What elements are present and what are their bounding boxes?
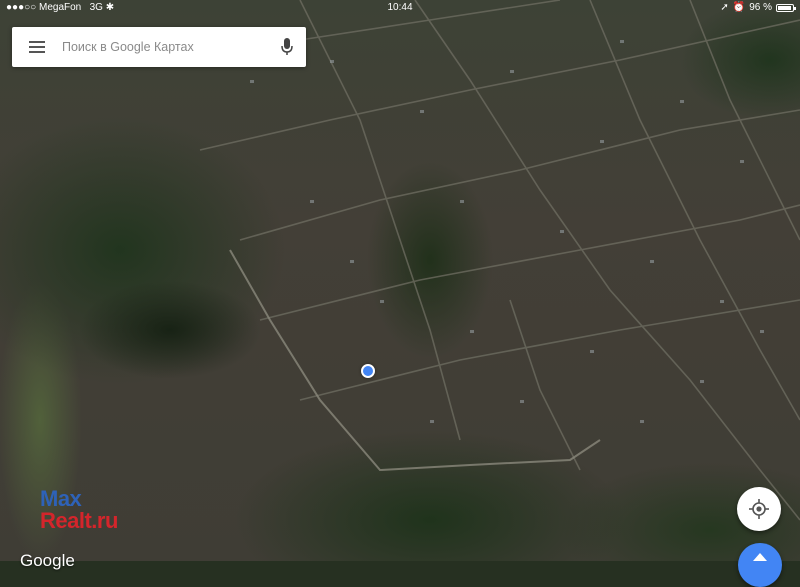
clock: 10:44 bbox=[387, 2, 413, 13]
battery-percent: 96 % bbox=[749, 2, 772, 13]
road bbox=[259, 204, 800, 321]
search-input[interactable]: Поиск в Google Картах bbox=[62, 40, 268, 54]
battery-icon bbox=[776, 4, 796, 12]
google-attribution: Google bbox=[20, 551, 75, 570]
road bbox=[239, 109, 800, 241]
watermark-line1: Max bbox=[40, 486, 82, 511]
alarm-icon: ⏰ bbox=[732, 2, 746, 13]
my-location-button[interactable] bbox=[737, 487, 781, 531]
map-imagery bbox=[179, 0, 800, 521]
current-location-dot[interactable] bbox=[361, 364, 375, 378]
watermark-line2: Realt.ru bbox=[40, 508, 118, 533]
road bbox=[509, 299, 581, 471]
my-location-icon bbox=[749, 499, 769, 519]
location-arrow-icon: ➚ bbox=[720, 2, 729, 13]
hamburger-menu-icon[interactable] bbox=[12, 27, 62, 67]
status-bar: ●●●○○ MegaFon 3G ✱ 10:44 ➚ ⏰ 96 % bbox=[0, 0, 800, 16]
main-road bbox=[414, 0, 800, 521]
battery-fill bbox=[778, 6, 792, 10]
houses bbox=[250, 40, 764, 423]
directions-arrow-icon bbox=[753, 553, 767, 561]
road bbox=[689, 0, 800, 241]
watermark-logo: Max Realt.ru bbox=[40, 488, 118, 532]
road bbox=[299, 299, 800, 401]
directions-button[interactable] bbox=[738, 543, 782, 587]
search-bar[interactable]: Поиск в Google Картах bbox=[12, 27, 306, 67]
road bbox=[589, 0, 800, 421]
road bbox=[299, 0, 461, 441]
system-indicators: ➚ ⏰ 96 % bbox=[720, 0, 796, 16]
microphone-icon[interactable] bbox=[268, 27, 306, 67]
satellite-map[interactable] bbox=[0, 0, 800, 561]
